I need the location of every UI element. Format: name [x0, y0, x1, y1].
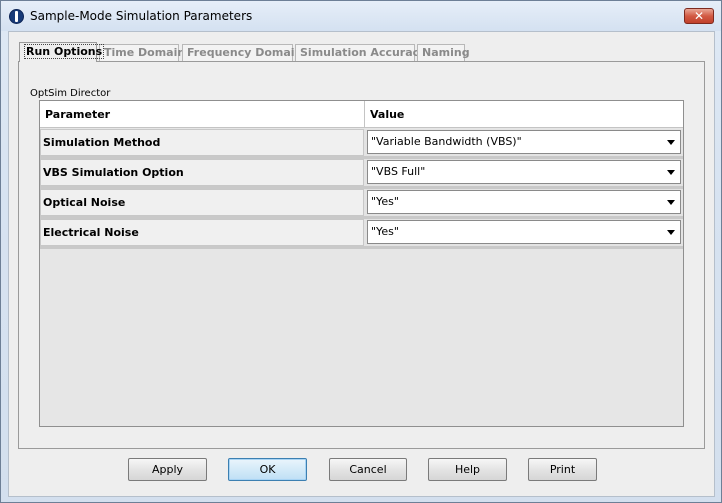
- chevron-down-icon[interactable]: [667, 200, 675, 205]
- app-icon: [9, 9, 24, 24]
- ok-button[interactable]: OK: [228, 458, 307, 481]
- table-row: Optical Noise "Yes": [40, 189, 683, 219]
- tab-label: Run Options: [24, 44, 105, 59]
- optical-noise-dropdown[interactable]: "Yes": [367, 190, 681, 214]
- parameter-name: Optical Noise: [40, 189, 364, 216]
- cancel-button[interactable]: Cancel: [329, 458, 407, 481]
- help-button[interactable]: Help: [428, 458, 507, 481]
- chevron-down-icon[interactable]: [667, 170, 675, 175]
- tab-naming[interactable]: Naming: [417, 44, 470, 62]
- parameter-name: Simulation Method: [40, 129, 364, 156]
- simulation-method-dropdown[interactable]: "Variable Bandwidth (VBS)": [367, 130, 681, 154]
- title-bar[interactable]: Sample-Mode Simulation Parameters ✕: [1, 1, 721, 31]
- vbs-option-dropdown[interactable]: "VBS Full": [367, 160, 681, 184]
- tab-simulation-accuracy[interactable]: Simulation Accuracy: [295, 44, 426, 62]
- tab-run-options[interactable]: Run Options: [19, 42, 105, 62]
- window-title: Sample-Mode Simulation Parameters: [30, 9, 253, 23]
- dropdown-value: "Variable Bandwidth (VBS)": [371, 135, 522, 148]
- electrical-noise-dropdown[interactable]: "Yes": [367, 220, 681, 244]
- column-header-value[interactable]: Value: [365, 101, 683, 128]
- apply-button[interactable]: Apply: [128, 458, 207, 481]
- table-header: Parameter Value: [40, 101, 683, 128]
- table-row: Electrical Noise "Yes": [40, 219, 683, 249]
- tab-frequency-domain[interactable]: Frequency Domain: [182, 44, 302, 62]
- dropdown-value: "VBS Full": [371, 165, 426, 178]
- print-button[interactable]: Print: [528, 458, 597, 481]
- parameter-name: Electrical Noise: [40, 219, 364, 246]
- dialog-body: Run Options Time Domain Frequency Domain…: [8, 31, 715, 497]
- dialog-window: Sample-Mode Simulation Parameters ✕ Run …: [0, 0, 722, 503]
- chevron-down-icon[interactable]: [667, 230, 675, 235]
- table-row: VBS Simulation Option "VBS Full": [40, 159, 683, 189]
- tab-time-domain[interactable]: Time Domain: [99, 44, 185, 62]
- parameter-table: Parameter Value Simulation Method "Varia…: [39, 100, 684, 427]
- close-button[interactable]: ✕: [684, 8, 714, 24]
- table-row: Simulation Method "Variable Bandwidth (V…: [40, 129, 683, 159]
- group-label: OptSim Director: [30, 88, 111, 99]
- dropdown-value: "Yes": [371, 195, 399, 208]
- parameter-name: VBS Simulation Option: [40, 159, 364, 186]
- dropdown-value: "Yes": [371, 225, 399, 238]
- chevron-down-icon[interactable]: [667, 140, 675, 145]
- column-header-parameter[interactable]: Parameter: [40, 101, 365, 128]
